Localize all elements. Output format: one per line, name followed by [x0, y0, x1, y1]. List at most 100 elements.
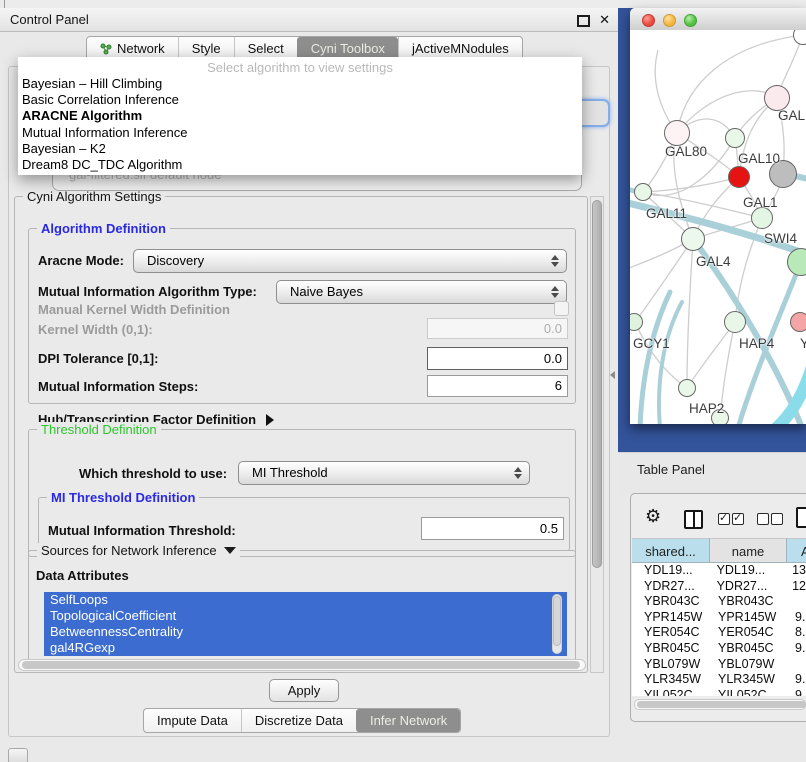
network-icon [100, 43, 112, 55]
attribute-item[interactable]: gal4RGexp [44, 640, 567, 656]
checked-box-icon[interactable] [718, 513, 730, 525]
cell-value [787, 657, 795, 673]
tab-label: Impute Data [157, 713, 228, 728]
tab-label: Network [117, 41, 165, 56]
tab-label: Select [248, 41, 284, 56]
gear-icon[interactable]: ⚙ [645, 507, 661, 525]
algorithm-option[interactable]: Bayesian – K2 [18, 141, 582, 157]
cell-name: YDR27... [709, 579, 785, 595]
table-horizontal-scrollbar-thumb[interactable] [637, 701, 806, 708]
cell-value: 12 [784, 579, 806, 595]
apply-button[interactable]: Apply [269, 679, 339, 702]
kernel-width-input[interactable]: 0.0 [427, 318, 568, 339]
cell-name: YBL079W [710, 657, 787, 673]
splitter-grip-icon[interactable] [610, 371, 615, 379]
column-header-name[interactable]: name [710, 538, 787, 563]
table-panel-title: Table Panel [637, 462, 705, 477]
unchecked-box-icon[interactable] [771, 513, 783, 525]
mi-threshold-label: Mutual Information Threshold: [48, 523, 236, 539]
cyni-algorithm-settings-title: Cyni Algorithm Settings [23, 189, 165, 204]
table-row[interactable]: YDR27...YDR27...12 [632, 579, 806, 595]
table-row[interactable]: YDL19...YDL19...13 [632, 563, 806, 579]
manual-kernel-width-label: Manual Kernel Width Definition [38, 302, 230, 318]
mi-threshold-definition-title: MI Threshold Definition [47, 490, 199, 505]
mi-threshold-input[interactable]: 0.5 [421, 517, 564, 540]
collapsed-panel-icon[interactable] [8, 748, 28, 762]
algorithm-option[interactable]: Mutual Information Inference [18, 125, 582, 141]
unchecked-box-icon[interactable] [757, 513, 769, 525]
network-canvas[interactable]: GALGAL80GAL10GAL11GAL1SWI4GAL4GCY1HAP4YH… [630, 30, 806, 424]
algorithm-dropdown-list: Select algorithm to view settings Bayesi… [18, 57, 582, 175]
cell-value: 9. [787, 610, 805, 626]
attributes-scrollbar-thumb[interactable] [553, 596, 561, 646]
which-threshold-value: MI Threshold [239, 462, 529, 484]
application-root: Control Panel ✕ NetworkStyleSelectCyni T… [0, 0, 806, 762]
close-panel-icon[interactable]: ✕ [599, 8, 610, 31]
sources-title-toggle[interactable]: Sources for Network Inference [37, 543, 240, 558]
tab-discretize-data[interactable]: Discretize Data [241, 709, 356, 732]
table-panel-strip: Table Panel [618, 452, 806, 494]
expand-down-icon [224, 547, 236, 554]
attribute-item[interactable]: BetweennessCentrality [44, 624, 567, 640]
cell-name: YER054C [710, 625, 787, 641]
cell-value: 9 [787, 688, 802, 696]
aracne-mode-value: Discovery [134, 250, 566, 272]
tab-infer-network[interactable]: Infer Network [356, 709, 460, 732]
sources-title: Sources for Network Inference [41, 543, 217, 558]
manual-kernel-width-checkbox[interactable] [554, 301, 569, 316]
table-row[interactable]: YLR345WYLR345W9. [632, 672, 806, 688]
algorithm-option[interactable]: Dream8 DC_TDC Algorithm [18, 157, 582, 173]
aracne-mode-label: Aracne Mode: [38, 253, 124, 269]
node-label: GAL80 [665, 144, 707, 159]
float-panel-icon[interactable] [577, 15, 590, 27]
table-row[interactable]: YIL052CYIL052C9 [632, 688, 806, 696]
cell-shared: YDL19... [632, 563, 709, 579]
column-header-shared-name[interactable]: shared... [632, 538, 710, 563]
aracne-mode-combo[interactable]: Discovery [133, 249, 567, 273]
table-row[interactable]: YBR043CYBR043C [632, 594, 806, 610]
mi-algorithm-type-label: Mutual Information Algorithm Type: [38, 284, 257, 300]
checked-box-icon[interactable] [732, 513, 744, 525]
cell-value: 9. [787, 641, 805, 657]
algorithm-option[interactable]: Bayesian – Hill Climbing [18, 76, 582, 92]
table-row[interactable]: YBL079WYBL079W [632, 657, 806, 673]
bottom-tabbar: Impute Data Discretize Data Infer Network [143, 708, 461, 733]
table-row[interactable]: YPR145WYPR145W9. [632, 610, 806, 626]
algorithm-option[interactable]: Basic Correlation Inference [18, 92, 582, 108]
table-row[interactable]: YER054CYER054C8. [632, 625, 806, 641]
which-threshold-combo[interactable]: MI Threshold [238, 461, 530, 485]
cell-name: YDL19... [709, 563, 785, 579]
network-window-titlebar[interactable] [630, 8, 806, 31]
settings-vertical-scrollbar-thumb[interactable] [592, 200, 602, 568]
column-header-partial[interactable]: A [787, 538, 806, 563]
algorithm-option[interactable]: ARACNE Algorithm [18, 108, 582, 124]
minimize-window-icon[interactable] [663, 14, 676, 27]
attribute-item[interactable]: TopologicalCoefficient [44, 608, 567, 624]
cell-value [787, 594, 795, 610]
dpi-tolerance-input[interactable]: 0.0 [427, 347, 568, 370]
settings-horizontal-scrollbar-thumb[interactable] [22, 661, 580, 669]
node-label: HAP4 [739, 336, 774, 351]
zoom-window-icon[interactable] [684, 14, 697, 27]
top-strip-divider [4, 0, 5, 8]
mi-steps-input[interactable]: 6 [427, 375, 568, 397]
cell-shared: YER054C [632, 625, 710, 641]
node-label: HAP2 [689, 401, 724, 416]
columns-icon[interactable] [684, 510, 703, 529]
tab-impute-data[interactable]: Impute Data [144, 709, 241, 732]
mi-algorithm-type-value: Naive Bayes [277, 281, 566, 303]
cell-name: YPR145W [710, 610, 787, 626]
node-label: GAL4 [696, 254, 731, 269]
mi-algorithm-type-combo[interactable]: Naive Bayes [276, 280, 567, 304]
document-icon[interactable] [796, 507, 806, 528]
node-label: GAL [778, 108, 805, 123]
tab-label: Infer Network [370, 713, 447, 728]
tab-label: Discretize Data [255, 713, 343, 728]
combo-arrows-icon [551, 255, 559, 267]
tab-label: jActiveMNodules [412, 41, 509, 56]
kernel-width-label: Kernel Width (0,1): [38, 322, 153, 338]
table-row[interactable]: YBR045CYBR045C9. [632, 641, 806, 657]
close-window-icon[interactable] [642, 14, 655, 27]
attribute-item[interactable]: SelfLoops [44, 592, 567, 608]
cell-shared: YDR27... [632, 579, 709, 595]
